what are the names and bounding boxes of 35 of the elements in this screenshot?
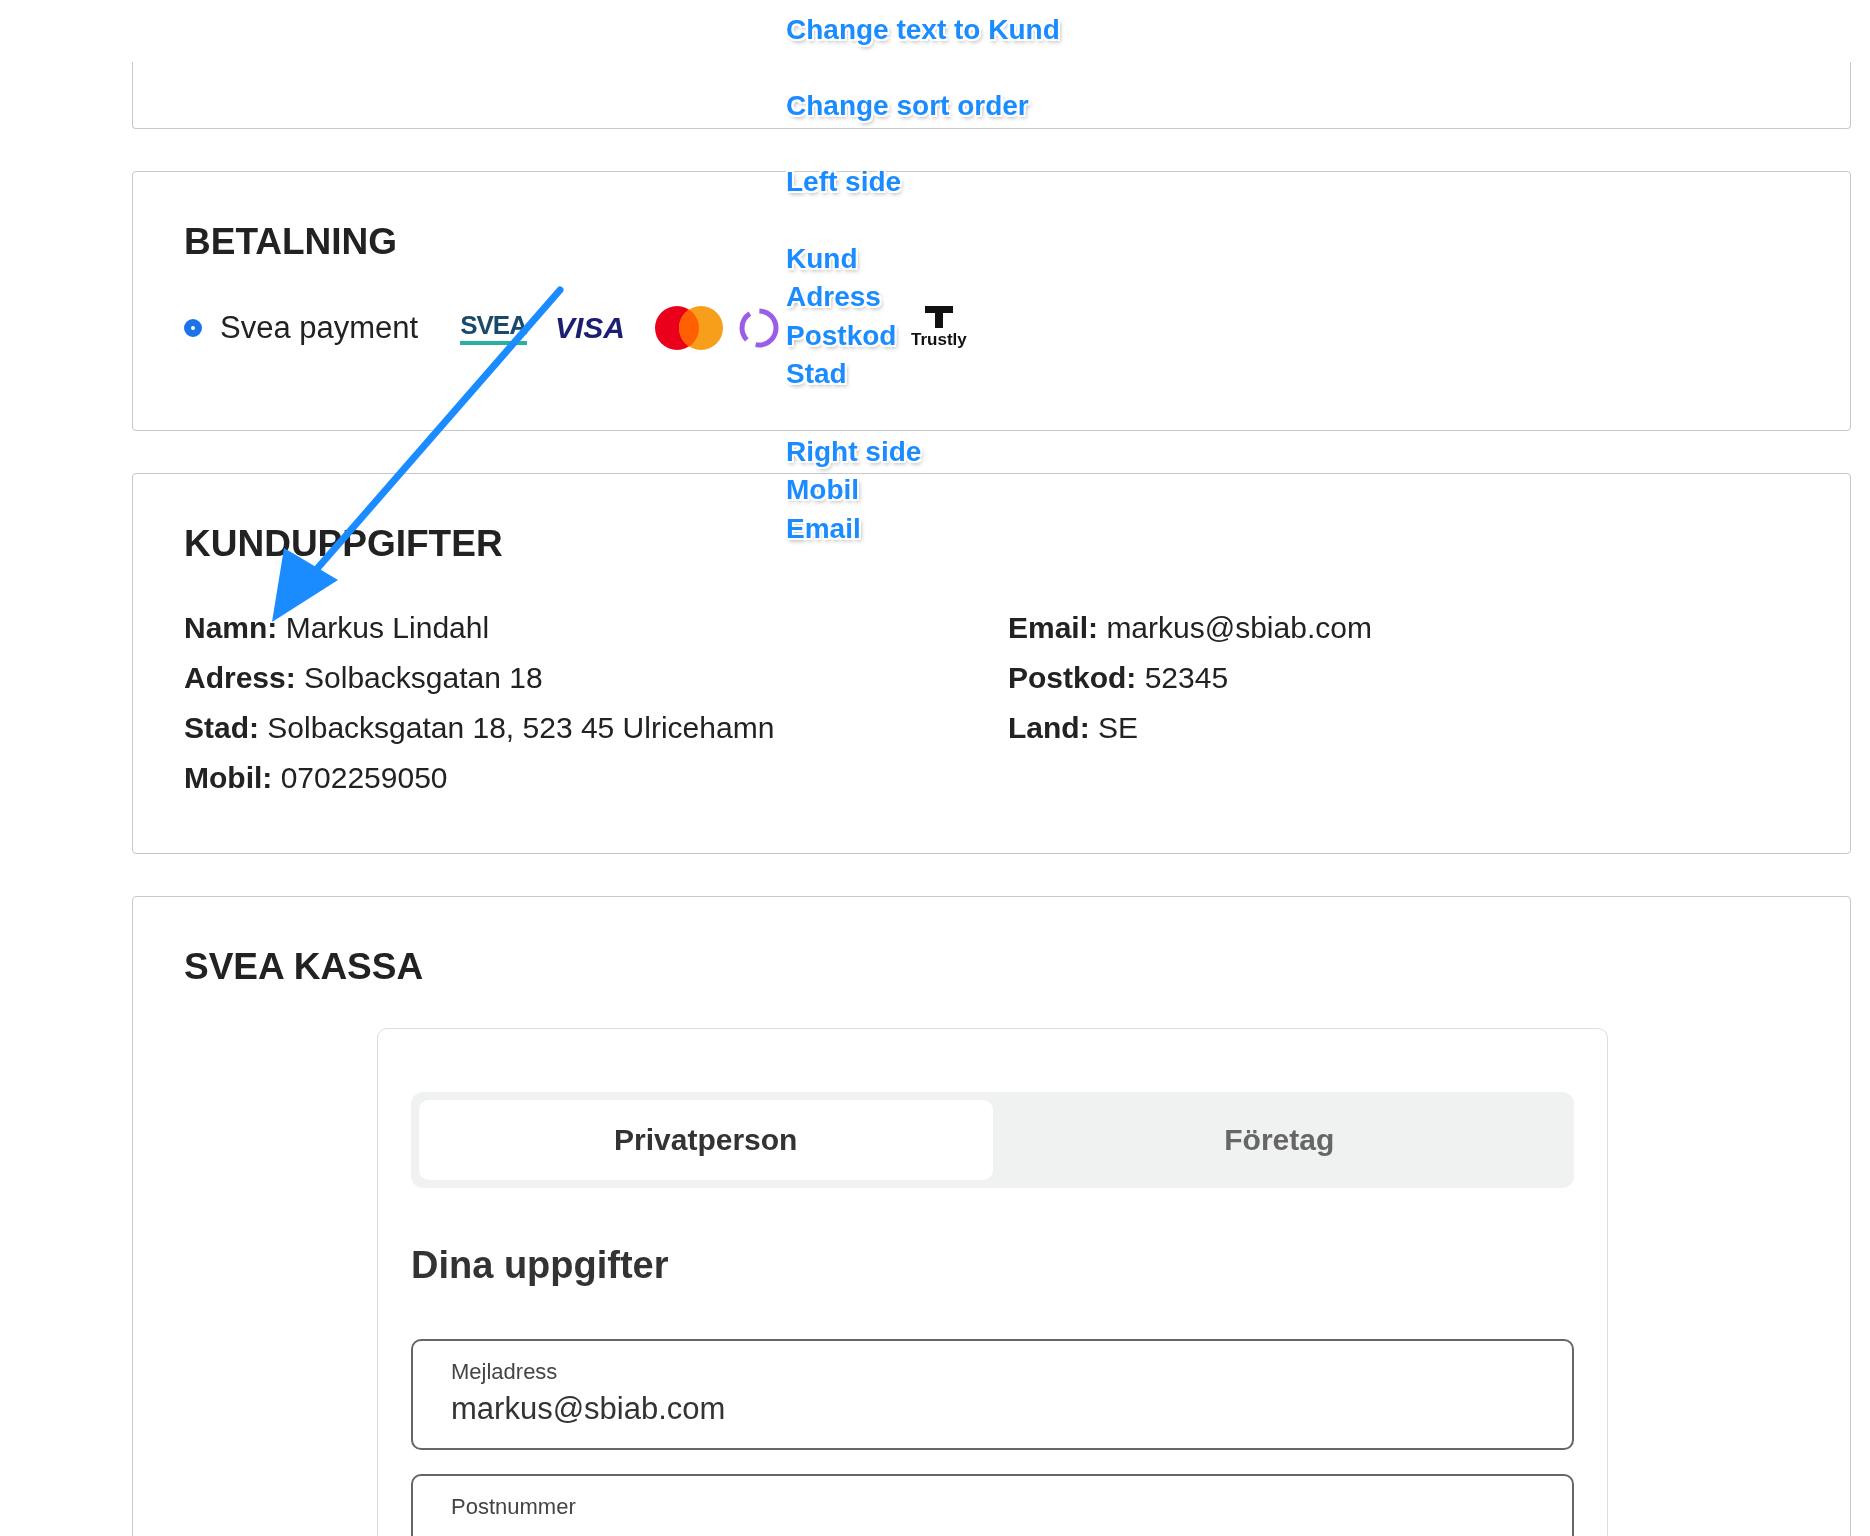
info-line: Land: SE [1008,709,1140,746]
annotation-label: Change sort order [786,90,1029,122]
annotation-label: Kund [786,243,858,275]
payment-option-label[interactable]: Svea payment [220,309,419,346]
visa-logo: VISA [555,310,625,345]
annotation-label: Left side [786,166,902,198]
info-line: Adress: Solbacksgatan 18 [184,659,544,696]
trustly-mark-icon [924,305,953,328]
annotation-label: Adress [786,281,881,313]
radio-button[interactable] [184,318,202,337]
customer-type-tab[interactable]: Företag [992,1099,1566,1180]
annotation-label: Email [786,513,861,545]
field-label: Mejladress [451,1358,559,1385]
info-line: Stad: Solbacksgatan 18, 523 45 Ulricehamn [184,709,776,746]
annotation-label: Mobil [786,474,860,506]
field-value[interactable]: markus@sbiab.com [451,1390,726,1427]
svea-logo: SVEA [460,310,527,346]
input-field[interactable]: Mejladress markus@sbiab.com [411,1338,1574,1450]
trustly-logo: Trustly [911,329,967,350]
annotation-label: Postkod [786,320,897,352]
info-line: Mobil: 0702259050 [184,759,449,796]
section-title: Dina uppgifter [411,1243,670,1287]
field-label: Postnummer [451,1493,577,1520]
section-heading: BETALNING [184,222,398,263]
annotation-label: Right side [786,436,922,468]
mastercard-logo [653,304,725,351]
section-heading: SVEA KASSA [184,947,424,988]
info-line: Namn: Markus Lindahl [184,609,491,646]
info-line: Postkod: 52345 [1008,659,1230,696]
annotation-label: Change text to Kund [786,14,1060,46]
input-field[interactable]: Postnummer [411,1473,1574,1536]
info-line: Email: markus@sbiab.com [1008,609,1373,646]
customer-type-tab[interactable]: Privatperson [419,1099,993,1180]
swish-logo [739,307,779,348]
annotation-label: Stad [786,358,847,390]
